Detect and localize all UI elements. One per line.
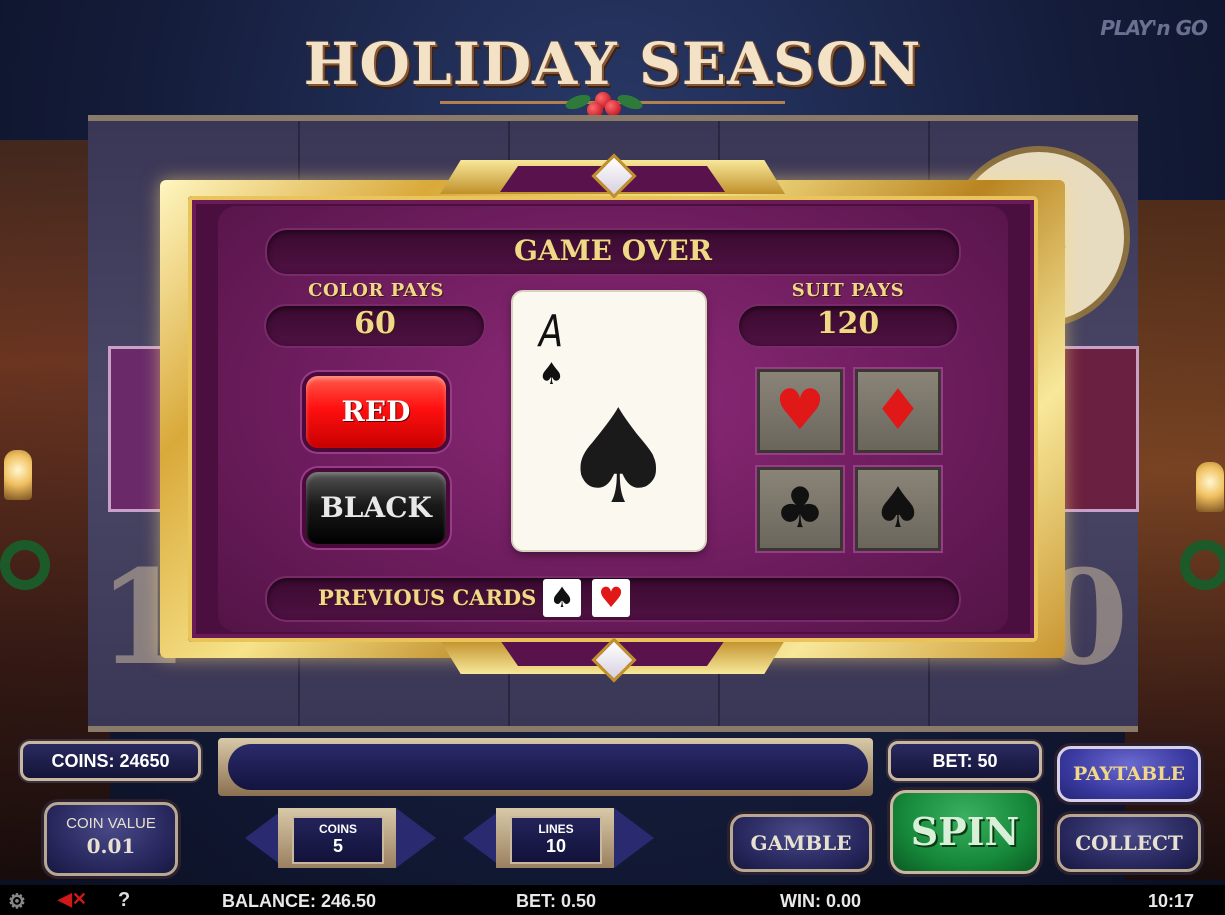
coins-value: 5: [332, 836, 343, 856]
message-bar: [228, 744, 868, 790]
spin-button[interactable]: SPIN: [890, 790, 1040, 874]
coins-stepper-display: COINS 5: [292, 816, 384, 864]
street-lamp-icon: [4, 450, 32, 500]
win-text: WIN: 0.00: [780, 891, 862, 911]
brand-logo: PLAY'n GO: [1100, 16, 1208, 40]
lines-increase-arrow-icon[interactable]: [614, 808, 654, 868]
coins-display: COINS: 24650: [20, 741, 201, 781]
wreath-icon: [0, 540, 50, 590]
holly-berries-icon: [563, 88, 645, 118]
balance-text: BALANCE: 246.50: [222, 891, 377, 911]
color-pays-value: 60: [354, 306, 396, 341]
suit-pays-label: SUIT PAYS: [791, 280, 905, 301]
diamond-suit-button[interactable]: ♦: [858, 372, 938, 450]
previous-cards-label: PREVIOUS CARDS: [318, 585, 537, 610]
status-bar: ⚙ ◀✕ ? BALANCE: 246.50 BET: 0.50 WIN: 0.…: [0, 885, 1225, 915]
help-button[interactable]: ?: [118, 889, 130, 912]
settings-gear-icon[interactable]: ⚙: [8, 889, 26, 914]
bet-text: BET: 0.50: [516, 891, 597, 911]
black-button[interactable]: BLACK: [306, 472, 446, 544]
sound-muted-icon[interactable]: ◀✕: [58, 889, 87, 910]
lines-value: 10: [545, 836, 567, 856]
collect-button[interactable]: COLLECT: [1057, 814, 1201, 872]
gamble-title: GAME OVER: [514, 234, 712, 267]
coin-value-button[interactable]: COIN VALUE 0.01: [44, 802, 178, 876]
coins-label: COINS: [318, 822, 357, 836]
bet-display: BET: 50: [888, 741, 1042, 781]
gamble-button[interactable]: GAMBLE: [730, 814, 872, 872]
suit-pays-value: 120: [816, 306, 880, 341]
street-lamp-icon: [1196, 462, 1224, 512]
previous-card-heart: ♥: [592, 579, 630, 617]
coin-value: 0.01: [86, 834, 136, 858]
coin-value-label: COIN VALUE: [66, 815, 156, 832]
club-suit-button[interactable]: ♣: [760, 470, 840, 548]
color-pays-label: COLOR PAYS: [308, 280, 444, 301]
paytable-button[interactable]: PAYTABLE: [1057, 746, 1201, 802]
card-rank: A: [539, 306, 564, 357]
heart-suit-button[interactable]: ♥: [760, 372, 840, 450]
lines-stepper-display: LINES 10: [510, 816, 602, 864]
card-suit-large-icon: ♠: [560, 381, 677, 533]
lines-label: LINES: [538, 822, 574, 836]
coins-increase-arrow-icon[interactable]: [396, 808, 436, 868]
previous-card-spade: ♠: [543, 579, 581, 617]
spade-suit-button[interactable]: ♠: [858, 470, 938, 548]
wreath-icon: [1180, 540, 1225, 590]
red-button[interactable]: RED: [306, 376, 446, 448]
clock-text: 10:17: [1148, 891, 1195, 911]
